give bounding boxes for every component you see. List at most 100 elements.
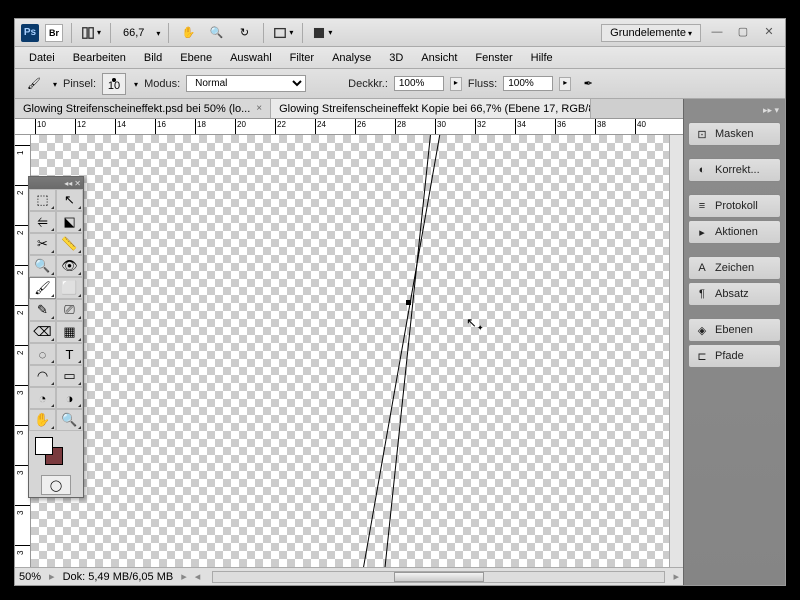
tab-close-icon[interactable]: ×	[256, 103, 262, 114]
panel-label: Masken	[715, 128, 754, 140]
tool-slot-9[interactable]: ⬜	[56, 277, 83, 299]
workspace-switcher[interactable]: Grundelemente	[601, 24, 701, 42]
panel-label: Aktionen	[715, 226, 758, 238]
menu-ebene[interactable]: Ebene	[172, 50, 220, 66]
horizontal-scrollbar[interactable]	[212, 571, 665, 583]
ruler-tick-label: 2	[16, 311, 25, 315]
vertical-scrollbar[interactable]	[669, 135, 683, 567]
tool-slot-1[interactable]: ↖	[56, 189, 83, 211]
tab-label: Glowing Streifenscheineffekt.psd bei 50%…	[23, 103, 250, 115]
document-tab[interactable]: Glowing Streifenscheineffekt.psd bei 50%…	[15, 99, 271, 118]
tool-slot-7[interactable]: 👁	[56, 255, 83, 277]
tool-slot-18[interactable]: ◔	[29, 387, 56, 409]
panel-aktionen[interactable]: ▸Aktionen	[688, 220, 781, 244]
tool-slot-5[interactable]: 📏	[56, 233, 83, 255]
close-button[interactable]: ✕	[761, 26, 777, 40]
ruler-tick-label: 40	[637, 120, 646, 129]
tool-slot-20[interactable]: ✋	[29, 409, 56, 431]
panel-absatz[interactable]: ¶Absatz	[688, 282, 781, 306]
ruler-tick-label: 36	[557, 120, 566, 129]
zoom-level[interactable]: 66,7	[119, 27, 148, 39]
tool-slot-4[interactable]: ✂	[29, 233, 56, 255]
ruler-tick-label: 22	[277, 120, 286, 129]
ruler-tick-label: 16	[157, 120, 166, 129]
tool-slot-21[interactable]: 🔍	[56, 409, 83, 431]
maximize-button[interactable]: ▢	[735, 26, 751, 40]
panel-icon: ◐	[695, 163, 709, 177]
tool-preset-dropdown[interactable]	[51, 78, 57, 90]
canvas[interactable]: ↖✦	[31, 135, 683, 567]
current-tool-icon[interactable]: 🖌	[23, 74, 45, 94]
ruler-tick-label: 34	[517, 120, 526, 129]
tool-slot-16[interactable]: ◠	[29, 365, 56, 387]
tool-slot-10[interactable]: ✎	[29, 299, 56, 321]
menu-auswahl[interactable]: Auswahl	[222, 50, 280, 66]
menu-filter[interactable]: Filter	[282, 50, 322, 66]
toolbox-collapse-icon[interactable]: ◂◂	[64, 179, 72, 188]
panel-pfade[interactable]: ⊏Pfade	[688, 344, 781, 368]
tool-slot-19[interactable]: ◑	[56, 387, 83, 409]
panel-masken[interactable]: ⊡Masken	[688, 122, 781, 146]
zoom-dropdown[interactable]	[154, 27, 160, 39]
zoom-tool-shortcut[interactable]: 🔍	[205, 23, 227, 43]
tools-panel[interactable]: ◂◂✕ ⬚↖⥢⬕✂📏🔍👁🖌⬜✎⎚⌫▦◌T◠▭◔◑✋🔍 ◯	[28, 176, 84, 498]
quick-mask-toggle[interactable]: ◯	[41, 475, 71, 495]
tool-slot-11[interactable]: ⎚	[56, 299, 83, 321]
tool-slot-2[interactable]: ⥢	[29, 211, 56, 233]
panel-icon: ≡	[695, 199, 709, 213]
panel-ebenen[interactable]: ◈Ebenen	[688, 318, 781, 342]
brush-label: Pinsel:	[63, 78, 96, 90]
toolbox-close-icon[interactable]: ✕	[74, 179, 81, 188]
panel-label: Zeichen	[715, 262, 754, 274]
opacity-input[interactable]	[394, 76, 444, 91]
menu-3d[interactable]: 3D	[381, 50, 411, 66]
bridge-button[interactable]: Br	[45, 24, 63, 42]
hand-tool-shortcut[interactable]: ✋	[177, 23, 199, 43]
tool-slot-17[interactable]: ▭	[56, 365, 83, 387]
tool-slot-15[interactable]: T	[56, 343, 83, 365]
tab-label: Glowing Streifenscheineffekt Kopie bei 6…	[279, 103, 591, 115]
tool-slot-12[interactable]: ⌫	[29, 321, 56, 343]
ruler-tick-label: 12	[77, 120, 86, 129]
blend-mode-select[interactable]: Normal	[186, 75, 306, 92]
screen-mode-dropdown[interactable]	[272, 23, 294, 43]
panel-label: Korrekt...	[715, 164, 760, 176]
foreground-color-swatch[interactable]	[35, 437, 53, 455]
menu-analyse[interactable]: Analyse	[324, 50, 379, 66]
menu-ansicht[interactable]: Ansicht	[413, 50, 465, 66]
path-anchor[interactable]	[406, 300, 411, 305]
tool-slot-13[interactable]: ▦	[56, 321, 83, 343]
flow-flyout[interactable]: ▸	[559, 77, 571, 91]
brush-preset-picker[interactable]: 10	[102, 73, 126, 95]
flow-input[interactable]	[503, 76, 553, 91]
rotate-view-shortcut[interactable]: ↻	[233, 23, 255, 43]
panel-protokoll[interactable]: ≡Protokoll	[688, 194, 781, 218]
extras-dropdown[interactable]	[311, 23, 333, 43]
panel-label: Absatz	[715, 288, 749, 300]
panel-zeichen[interactable]: A Zeichen	[688, 256, 781, 280]
tool-slot-6[interactable]: 🔍	[29, 255, 56, 277]
ruler-tick-label: 24	[317, 120, 326, 129]
status-doc-size: Dok: 5,49 MB/6,05 MB	[63, 571, 174, 583]
menu-hilfe[interactable]: Hilfe	[523, 50, 561, 66]
tool-slot-8[interactable]: 🖌	[29, 277, 56, 299]
minimize-button[interactable]: —	[709, 26, 725, 40]
brush-dropdown[interactable]	[132, 78, 138, 90]
panel-korrekt[interactable]: ◐ Korrekt...	[688, 158, 781, 182]
panel-icon: A	[695, 261, 709, 275]
menu-bearbeiten[interactable]: Bearbeiten	[65, 50, 134, 66]
ruler-tick-label: 20	[237, 120, 246, 129]
status-zoom[interactable]: 50%	[19, 571, 41, 583]
document-tab[interactable]: Glowing Streifenscheineffekt Kopie bei 6…	[271, 99, 591, 118]
tool-slot-3[interactable]: ⬕	[56, 211, 83, 233]
tool-slot-14[interactable]: ◌	[29, 343, 56, 365]
ruler-tick-label: 3	[16, 511, 25, 515]
menu-fenster[interactable]: Fenster	[467, 50, 520, 66]
view-arrange-dropdown[interactable]	[80, 23, 102, 43]
menu-datei[interactable]: Datei	[21, 50, 63, 66]
menu-bild[interactable]: Bild	[136, 50, 170, 66]
airbrush-toggle[interactable]: ✒	[577, 74, 599, 94]
opacity-flyout[interactable]: ▸	[450, 77, 462, 91]
tool-slot-0[interactable]: ⬚	[29, 189, 56, 211]
mode-label: Modus:	[144, 78, 180, 90]
